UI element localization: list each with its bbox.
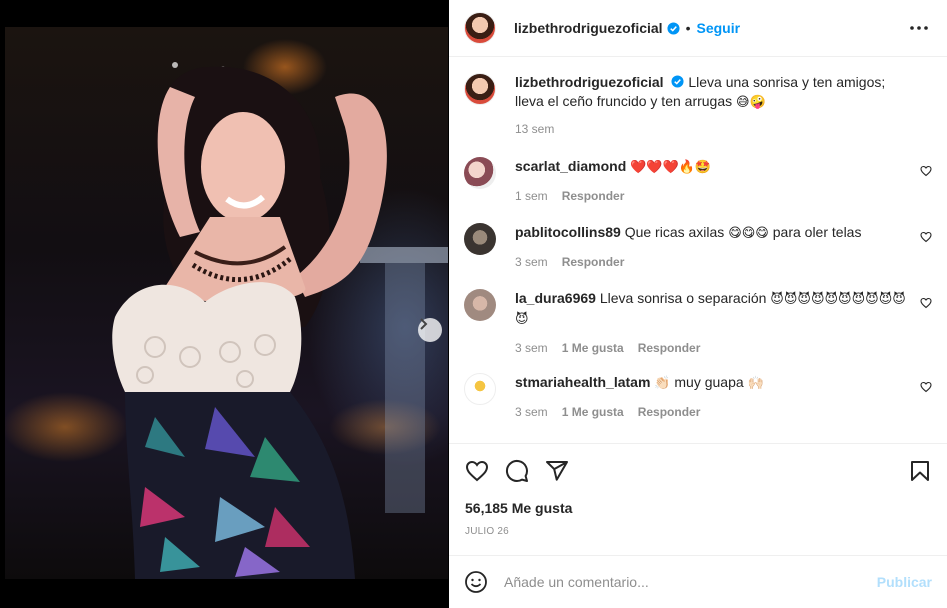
caption-meta: 13 sem [515, 122, 932, 136]
comment-body: scarlat_diamond ❤️❤️❤️🔥🤩 [515, 157, 932, 177]
comment-meta: 1 sem Responder [515, 189, 932, 203]
comment-icon[interactable] [505, 459, 529, 483]
comment-item: stmariahealth_latam 👏🏻 muy guapa 🙌🏻 3 se… [464, 373, 932, 419]
avatar[interactable] [464, 373, 496, 405]
avatar[interactable] [464, 73, 496, 105]
comment-input[interactable] [504, 574, 877, 590]
comment-time[interactable]: 3 sem [515, 255, 548, 269]
add-comment-bar: Publicar [449, 555, 947, 608]
comment-meta: 3 sem Responder [515, 255, 932, 269]
caption-emojis: 😅🤪 [736, 95, 766, 110]
comment-text-2: para oler telas [772, 224, 862, 240]
bookmark-icon[interactable] [908, 459, 932, 483]
caption-time[interactable]: 13 sem [515, 122, 554, 136]
avatar[interactable] [464, 157, 496, 189]
post-details-panel: lizbethrodriguezoficial • Seguir lizbeth… [449, 0, 947, 608]
like-heart-icon[interactable] [465, 459, 489, 483]
comment-like-count[interactable]: 1 Me gusta [562, 341, 624, 355]
post-media [0, 0, 449, 608]
comment-emojis: 👏🏻 [654, 376, 671, 391]
caption-body: lizbethrodriguezoficial Lleva una sonris… [515, 73, 932, 112]
reply-button[interactable]: Responder [562, 189, 625, 203]
post-actions: 56,185 Me gusta JULIO 26 [449, 443, 947, 555]
comment-meta: 3 sem 1 Me gusta Responder [515, 341, 932, 355]
heart-icon[interactable] [920, 231, 932, 243]
chevron-right-icon [420, 318, 428, 330]
emoji-icon[interactable] [464, 570, 488, 594]
comment-emojis: 😋😋😋 [728, 226, 769, 241]
reply-button[interactable]: Responder [638, 405, 701, 419]
heart-icon[interactable] [920, 381, 932, 393]
comment-text: Que ricas axilas [624, 224, 725, 240]
avatar[interactable] [464, 12, 496, 44]
comment-time[interactable]: 3 sem [515, 405, 548, 419]
comment-meta: 3 sem 1 Me gusta Responder [515, 405, 932, 419]
more-options-button[interactable] [909, 18, 929, 38]
separator-dot: • [685, 20, 691, 36]
comment-body: pablitocollins89 Que ricas axilas 😋😋😋 pa… [515, 223, 932, 243]
more-options-icon [910, 26, 928, 30]
comment-time[interactable]: 3 sem [515, 341, 548, 355]
comment-username[interactable]: la_dura6969 [515, 290, 596, 306]
heart-icon[interactable] [920, 297, 932, 309]
follow-button[interactable]: Seguir [696, 20, 740, 36]
comment-like-count[interactable]: 1 Me gusta [562, 405, 624, 419]
caption: lizbethrodriguezoficial Lleva una sonris… [464, 73, 932, 136]
action-buttons [465, 459, 569, 483]
comment-time[interactable]: 1 sem [515, 189, 548, 203]
post-date[interactable]: JULIO 26 [465, 526, 509, 537]
header-username[interactable]: lizbethrodriguezoficial [514, 20, 663, 36]
avatar[interactable] [464, 223, 496, 255]
post-header: lizbethrodriguezoficial • Seguir [449, 0, 947, 57]
verified-badge-icon [671, 75, 685, 88]
publish-button[interactable]: Publicar [877, 574, 932, 590]
avatar[interactable] [464, 289, 496, 321]
comment-body: stmariahealth_latam 👏🏻 muy guapa 🙌🏻 [515, 373, 932, 393]
comment-username[interactable]: scarlat_diamond [515, 158, 626, 174]
comment-text-2: muy guapa [674, 374, 744, 390]
comments-list[interactable]: lizbethrodriguezoficial Lleva una sonris… [449, 57, 947, 443]
photo-illustration [112, 62, 448, 579]
comment-text: Lleva sonrisa o separación [599, 290, 767, 306]
comment-item: pablitocollins89 Que ricas axilas 😋😋😋 pa… [464, 223, 932, 269]
comment-item: scarlat_diamond ❤️❤️❤️🔥🤩 1 sem Responder [464, 157, 932, 203]
reply-button[interactable]: Responder [638, 341, 701, 355]
comment-emojis-2: 🙌🏻 [747, 376, 764, 391]
comment-emojis: ❤️❤️❤️🔥🤩 [630, 160, 712, 175]
caption-username[interactable]: lizbethrodriguezoficial [515, 74, 664, 90]
comment-body: la_dura6969 Lleva sonrisa o separación 😈… [515, 289, 932, 329]
share-icon[interactable] [545, 459, 569, 483]
comment-item: la_dura6969 Lleva sonrisa o separación 😈… [464, 289, 932, 355]
carousel-next-button[interactable] [418, 318, 442, 342]
comment-username[interactable]: stmariahealth_latam [515, 374, 650, 390]
heart-icon[interactable] [920, 165, 932, 177]
like-count[interactable]: 56,185 Me gusta [465, 500, 572, 516]
verified-badge-icon [667, 21, 680, 35]
comment-username[interactable]: pablitocollins89 [515, 224, 621, 240]
reply-button[interactable]: Responder [562, 255, 625, 269]
post-photo [5, 27, 448, 579]
